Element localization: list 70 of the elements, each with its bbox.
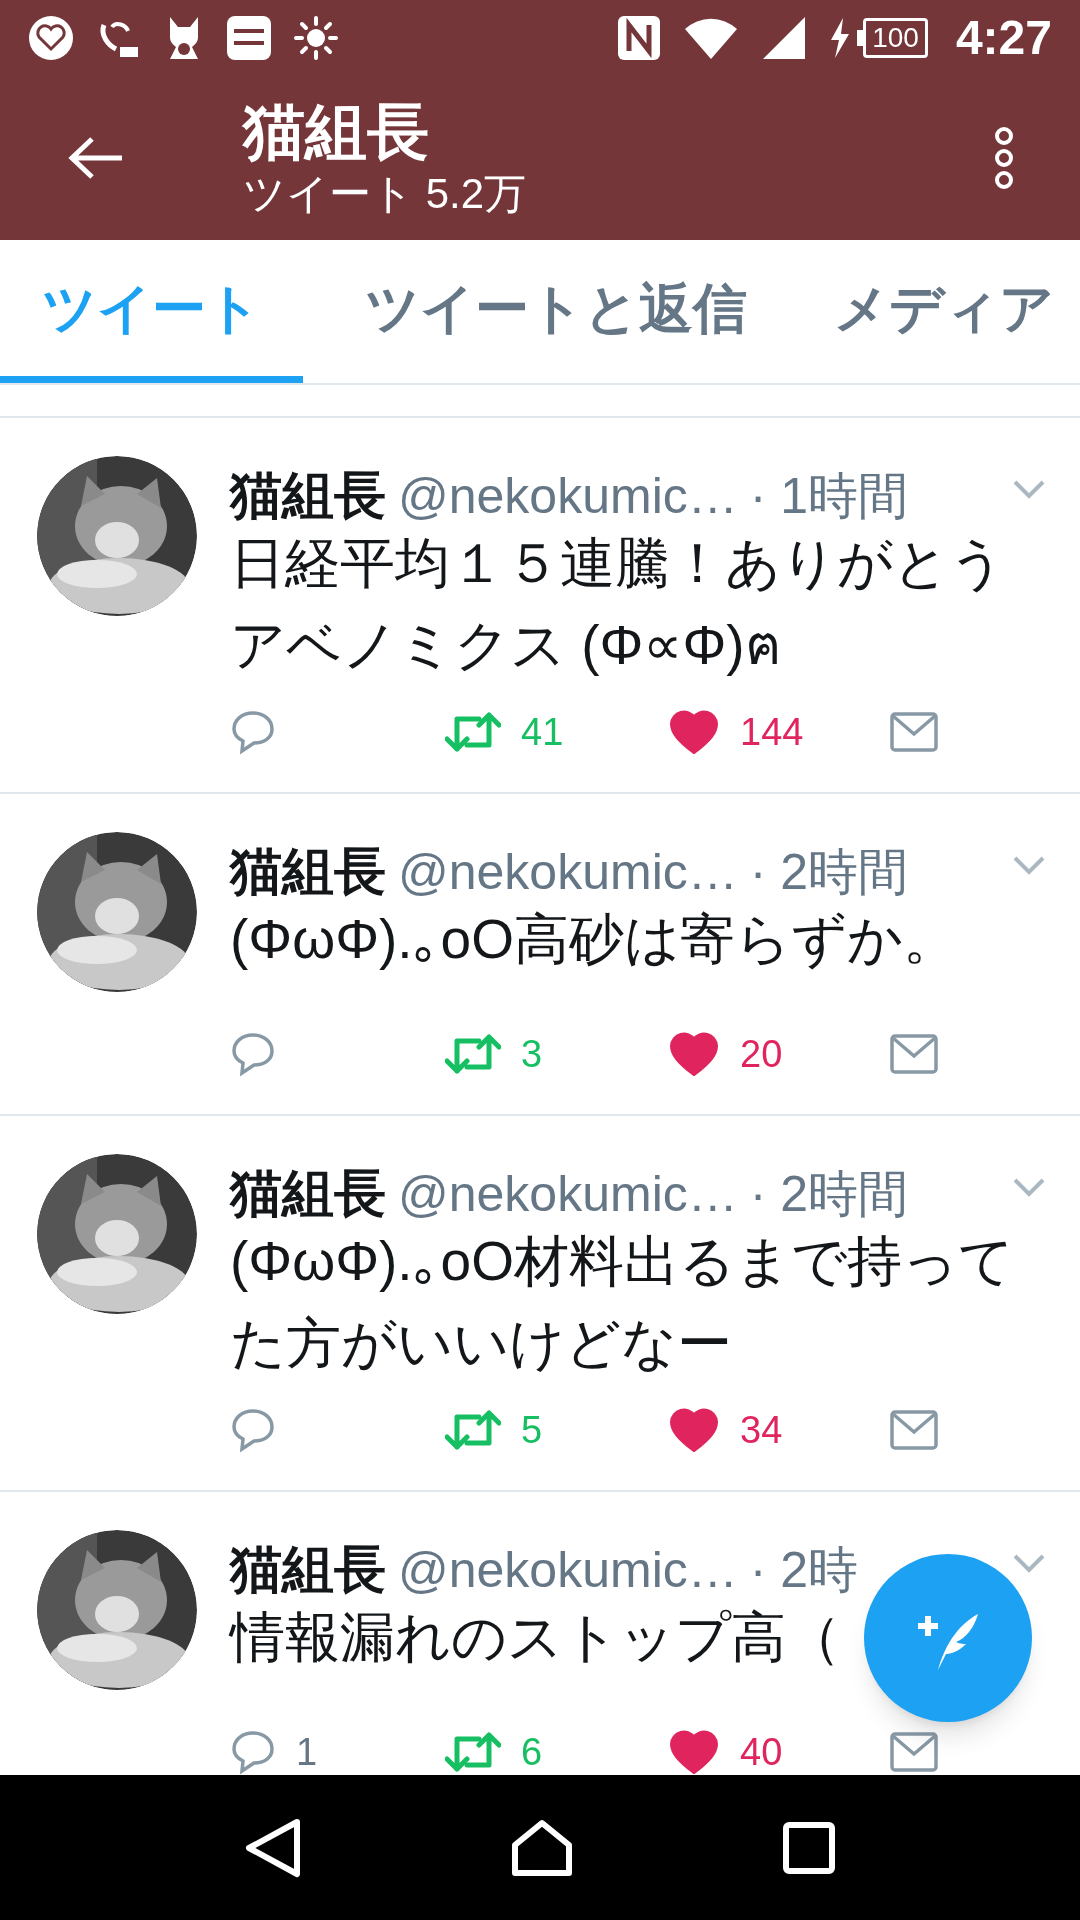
reply-icon — [230, 1729, 276, 1775]
tweet-count: ツイート 5.2万 — [243, 168, 528, 219]
heart-app-icon — [28, 14, 74, 61]
like-button[interactable]: 144 — [670, 709, 838, 755]
nfc-icon — [617, 14, 662, 61]
clock: 4:27 — [955, 9, 1052, 66]
home-nav-icon — [511, 1818, 573, 1877]
reply-icon — [230, 709, 276, 755]
retweet-button[interactable]: 6 — [445, 1729, 670, 1775]
like-button[interactable]: 20 — [670, 1031, 838, 1077]
like-count: 144 — [740, 710, 804, 754]
author-name: 猫組長 — [230, 465, 386, 526]
like-button[interactable]: 34 — [670, 1407, 838, 1453]
chevron-icon — [1013, 856, 1045, 876]
tweet-time: · 2時 — [749, 1541, 859, 1600]
brightness-icon — [294, 15, 338, 60]
author-handle: @nekokumic… — [398, 843, 738, 902]
tab[interactable]: メディア — [808, 240, 1080, 383]
chevron-icon — [1013, 1178, 1045, 1198]
envelope-icon — [890, 1732, 938, 1772]
envelope-icon — [890, 1410, 938, 1450]
retweet-count: 6 — [521, 1730, 543, 1774]
reply-count: 1 — [296, 1730, 318, 1774]
author-name: 猫組長 — [230, 1163, 386, 1224]
chevron-icon — [1013, 480, 1045, 500]
retweet-button[interactable]: 5 — [445, 1407, 670, 1453]
like-count: 34 — [740, 1408, 783, 1452]
author-handle: @nekokumic… — [398, 467, 738, 526]
retweet-count: 3 — [521, 1032, 543, 1076]
like-count: 20 — [740, 1032, 783, 1076]
envelope-icon — [890, 1034, 938, 1074]
recents-nav-button[interactable] — [783, 1821, 835, 1874]
author-name: 猫組長 — [230, 1539, 386, 1600]
retweet-count: 41 — [521, 710, 564, 754]
retweet-count: 5 — [521, 1408, 543, 1452]
back-icon — [68, 135, 124, 180]
author-handle: @nekokumic… — [398, 1165, 738, 1224]
retweet-button[interactable]: 3 — [445, 1031, 670, 1077]
battery-level: 100 — [857, 17, 928, 58]
like-button[interactable]: 40 — [670, 1729, 838, 1775]
message-button[interactable] — [890, 1031, 938, 1077]
home-nav-button[interactable] — [511, 1818, 573, 1877]
envelope-icon — [890, 712, 938, 752]
reply-button[interactable]: 1 — [230, 1729, 445, 1775]
author-name: 猫組長 — [230, 841, 386, 902]
author-handle: @nekokumic… — [398, 1541, 738, 1600]
back-nav-icon — [245, 1817, 301, 1878]
tab[interactable]: ツイート — [0, 240, 303, 383]
reply-icon — [230, 1031, 276, 1077]
message-button[interactable] — [890, 1407, 938, 1453]
profile-name: 猫組長 — [243, 95, 430, 168]
tweet-text: (ΦωΦ).｡oO高砂は寄らずか。 — [230, 907, 958, 972]
charging-icon — [829, 17, 852, 58]
tweet-time: · 1時間 — [749, 467, 909, 526]
tweet-text: 情報漏れのストップ高（ — [230, 1605, 841, 1670]
back-nav-button[interactable] — [245, 1817, 301, 1878]
message-button[interactable] — [890, 709, 938, 755]
tweet-time: · 2時間 — [749, 843, 909, 902]
tweet-time: · 2時間 — [749, 1165, 909, 1224]
more-icon — [993, 124, 1015, 191]
recents-nav-icon — [783, 1821, 835, 1874]
tweet-text: (ΦωΦ).｡oO材料出るまで持ってた方がいいけどなー — [230, 1229, 1015, 1376]
message-button[interactable] — [890, 1729, 938, 1775]
chevron-icon — [1013, 1554, 1045, 1574]
reply-icon — [230, 1407, 276, 1453]
retweet-button[interactable]: 41 — [445, 709, 670, 755]
app-icon — [226, 14, 272, 61]
like-count: 40 — [740, 1730, 783, 1774]
tweet-text: 日経平均１５連騰！ありがとうアベノミクス (Φ∝Φ)ฅ — [230, 531, 1006, 678]
tab[interactable]: ツイートと返信 — [303, 240, 808, 383]
